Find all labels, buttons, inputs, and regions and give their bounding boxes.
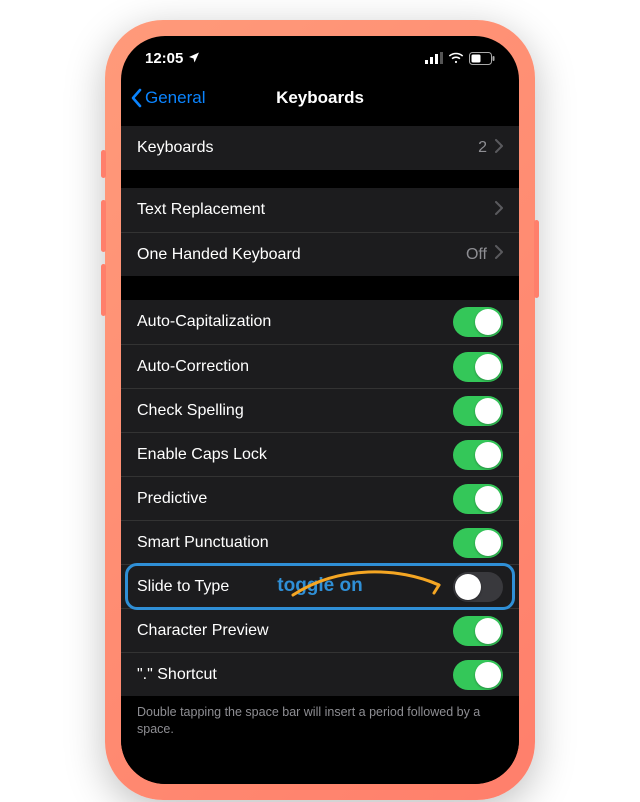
row-auto-capitalization[interactable]: Auto-Capitalization	[121, 300, 519, 344]
row-auto-correction[interactable]: Auto-Correction	[121, 344, 519, 388]
row-label: Check Spelling	[137, 402, 244, 420]
row-label: Auto-Correction	[137, 358, 249, 376]
row-check-spelling[interactable]: Check Spelling	[121, 388, 519, 432]
row-one-handed-keyboard[interactable]: One Handed Keyboard Off	[121, 232, 519, 276]
toggle-enable-caps-lock[interactable]	[453, 440, 503, 470]
row-character-preview[interactable]: Character Preview	[121, 608, 519, 652]
phone-frame: 12:05 General K	[105, 20, 535, 800]
row-text-replacement[interactable]: Text Replacement	[121, 188, 519, 232]
row-dot-shortcut[interactable]: "." Shortcut	[121, 652, 519, 696]
chevron-left-icon	[131, 88, 143, 108]
row-label: Slide to Type	[137, 578, 229, 596]
screen: 12:05 General K	[121, 36, 519, 784]
annotation-label: toggle on	[277, 575, 362, 597]
location-icon	[188, 50, 200, 67]
row-label: Text Replacement	[137, 201, 265, 219]
volume-down-button	[101, 264, 106, 316]
row-label: Keyboards	[137, 139, 214, 157]
nav-bar: General Keyboards	[121, 80, 519, 120]
annotation-arrow-icon	[289, 569, 449, 599]
toggle-auto-capitalization[interactable]	[453, 307, 503, 337]
toggle-auto-correction[interactable]	[453, 352, 503, 382]
footer-note: Double tapping the space bar will insert…	[121, 696, 519, 756]
row-label: Character Preview	[137, 622, 269, 640]
row-label: Auto-Capitalization	[137, 313, 271, 331]
toggle-check-spelling[interactable]	[453, 396, 503, 426]
cellular-icon	[425, 52, 443, 64]
row-label: Predictive	[137, 490, 207, 508]
row-label: Enable Caps Lock	[137, 446, 267, 464]
content-scroll[interactable]: Keyboards 2 Text Replacement	[121, 120, 519, 784]
wifi-icon	[448, 52, 464, 64]
power-button	[534, 220, 539, 298]
side-button	[101, 150, 106, 178]
row-label: "." Shortcut	[137, 666, 217, 684]
row-value: 2	[478, 139, 487, 157]
toggle-dot-shortcut[interactable]	[453, 660, 503, 690]
row-label: One Handed Keyboard	[137, 246, 301, 264]
row-keyboards[interactable]: Keyboards 2	[121, 126, 519, 170]
chevron-right-icon	[495, 245, 503, 264]
volume-up-button	[101, 200, 106, 252]
toggle-smart-punctuation[interactable]	[453, 528, 503, 558]
status-time: 12:05	[145, 50, 183, 67]
back-label: General	[145, 88, 205, 108]
row-enable-caps-lock[interactable]: Enable Caps Lock	[121, 432, 519, 476]
toggle-character-preview[interactable]	[453, 616, 503, 646]
chevron-right-icon	[495, 139, 503, 158]
row-value: Off	[466, 246, 487, 264]
row-smart-punctuation[interactable]: Smart Punctuation	[121, 520, 519, 564]
toggle-slide-to-type[interactable]	[453, 572, 503, 602]
battery-icon	[469, 52, 495, 65]
row-slide-to-type[interactable]: Slide to Type toggle on	[121, 564, 519, 608]
notch	[230, 36, 410, 64]
row-label: Smart Punctuation	[137, 534, 269, 552]
chevron-right-icon	[495, 201, 503, 220]
row-predictive[interactable]: Predictive	[121, 476, 519, 520]
back-button[interactable]: General	[131, 88, 205, 108]
toggle-predictive[interactable]	[453, 484, 503, 514]
